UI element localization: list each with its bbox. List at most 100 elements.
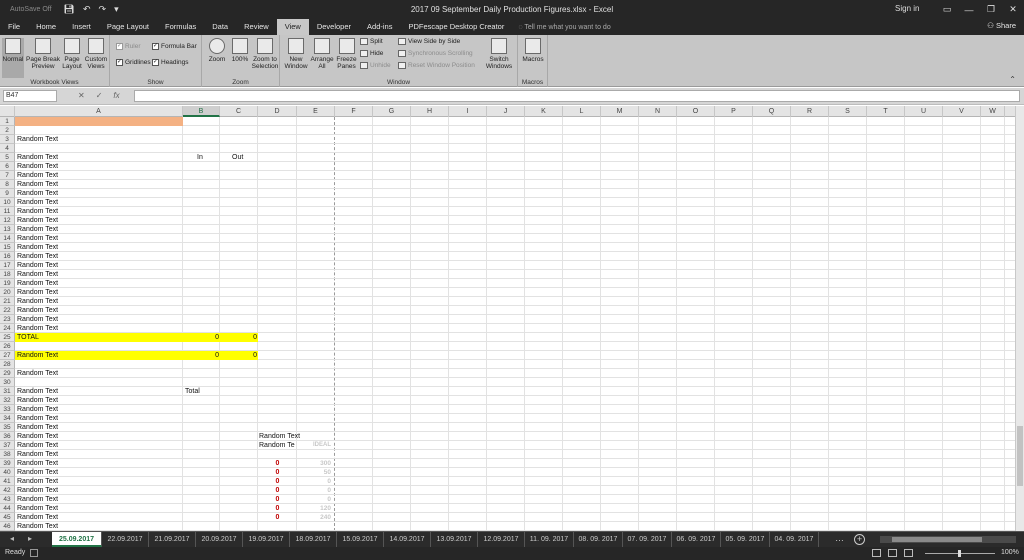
cell-e44[interactable]: 120: [297, 504, 335, 513]
zoom-100-button[interactable]: 100%: [230, 38, 250, 63]
column-header-f[interactable]: F: [335, 106, 373, 117]
row-header-18[interactable]: 18: [0, 270, 15, 279]
sign-in-link[interactable]: Sign in: [895, 4, 919, 13]
select-all-corner[interactable]: [0, 106, 15, 117]
row-header-11[interactable]: 11: [0, 207, 15, 216]
cell-e39[interactable]: 300: [297, 459, 335, 468]
cell-d44[interactable]: 0: [258, 504, 297, 513]
column-header-u[interactable]: U: [905, 106, 943, 117]
cell-a20[interactable]: Random Text: [17, 288, 58, 297]
sheet-tab-9[interactable]: 12.09.2017: [478, 532, 525, 547]
row-header-14[interactable]: 14: [0, 234, 15, 243]
column-header-o[interactable]: O: [677, 106, 715, 117]
sheet-tab-13[interactable]: 06. 09. 2017: [672, 532, 721, 547]
row-header-28[interactable]: 28: [0, 360, 15, 369]
row-header-40[interactable]: 40: [0, 468, 15, 477]
sheet-tab-5[interactable]: 18.09.2017: [290, 532, 337, 547]
vertical-scroll-thumb[interactable]: [1017, 426, 1023, 486]
cell-a38[interactable]: Random Text: [17, 450, 58, 459]
row-header-38[interactable]: 38: [0, 450, 15, 459]
row-header-45[interactable]: 45: [0, 513, 15, 522]
cell-a27[interactable]: Random Text: [17, 351, 58, 360]
tab-home[interactable]: Home: [28, 19, 64, 35]
cell-a8[interactable]: Random Text: [17, 180, 58, 189]
synchronous-scrolling-button[interactable]: Synchronous Scrolling: [398, 50, 473, 57]
cell-a15[interactable]: Random Text: [17, 243, 58, 252]
cell-a32[interactable]: Random Text: [17, 396, 58, 405]
sheet-tab-1[interactable]: 22.09.2017: [102, 532, 149, 547]
autosave-toggle[interactable]: AutoSave Off: [10, 6, 52, 13]
column-header-v[interactable]: V: [943, 106, 981, 117]
cell-a41[interactable]: Random Text: [17, 477, 58, 486]
sheet-tab-8[interactable]: 13.09.2017: [431, 532, 478, 547]
column-header-b[interactable]: B: [183, 106, 220, 117]
arrange-all-button[interactable]: Arrange All: [310, 38, 334, 70]
cell-a43[interactable]: Random Text: [17, 495, 58, 504]
cell-a19[interactable]: Random Text: [17, 279, 58, 288]
column-header-h[interactable]: H: [411, 106, 449, 117]
cell-a31[interactable]: Random Text: [17, 387, 58, 396]
row-header-43[interactable]: 43: [0, 495, 15, 504]
cell-a11[interactable]: Random Text: [17, 207, 58, 216]
column-header-j[interactable]: J: [487, 106, 525, 117]
cell-a23[interactable]: Random Text: [17, 315, 58, 324]
column-header-c[interactable]: C: [220, 106, 258, 117]
column-header-g[interactable]: G: [373, 106, 411, 117]
row-header-21[interactable]: 21: [0, 297, 15, 306]
cell-a5[interactable]: Random Text: [17, 153, 58, 162]
row-header-23[interactable]: 23: [0, 315, 15, 324]
row-header-2[interactable]: 2: [0, 126, 15, 135]
cell-a33[interactable]: Random Text: [17, 405, 58, 414]
close-button[interactable]: ✕: [1002, 0, 1024, 19]
cell-a9[interactable]: Random Text: [17, 189, 58, 198]
cell-a44[interactable]: Random Text: [17, 504, 58, 513]
normal-view-status-icon[interactable]: [872, 549, 881, 557]
sheet-tab-11[interactable]: 08. 09. 2017: [574, 532, 623, 547]
page-layout-status-icon[interactable]: [888, 549, 897, 557]
column-header-w[interactable]: W: [981, 106, 1005, 117]
cell-d43[interactable]: 0: [258, 495, 297, 504]
row-header-27[interactable]: 27: [0, 351, 15, 360]
column-header-e[interactable]: E: [297, 106, 335, 117]
row-header-44[interactable]: 44: [0, 504, 15, 513]
row-header-26[interactable]: 26: [0, 342, 15, 351]
cell-a21[interactable]: Random Text: [17, 297, 58, 306]
cell-d42[interactable]: 0: [258, 486, 297, 495]
cell-b5[interactable]: In: [197, 153, 203, 162]
unhide-button[interactable]: Unhide: [360, 62, 391, 69]
row-header-46[interactable]: 46: [0, 522, 15, 531]
share-button[interactable]: ⚇ Share: [987, 21, 1016, 30]
cell-a37[interactable]: Random Text: [17, 441, 58, 450]
switch-windows-button[interactable]: Switch Windows: [483, 38, 515, 70]
column-header-p[interactable]: P: [715, 106, 753, 117]
tab-data[interactable]: Data: [204, 19, 236, 35]
cell-a18[interactable]: Random Text: [17, 270, 58, 279]
row-header-10[interactable]: 10: [0, 198, 15, 207]
cell-a45[interactable]: Random Text: [17, 513, 58, 522]
cell-a10[interactable]: Random Text: [17, 198, 58, 207]
row-header-42[interactable]: 42: [0, 486, 15, 495]
name-box[interactable]: B47: [3, 90, 57, 102]
column-header-r[interactable]: R: [791, 106, 829, 117]
headings-checkbox[interactable]: ✓ Headings: [152, 59, 188, 66]
row-header-37[interactable]: 37: [0, 441, 15, 450]
row-header-9[interactable]: 9: [0, 189, 15, 198]
row-header-35[interactable]: 35: [0, 423, 15, 432]
tab-file[interactable]: File: [0, 19, 28, 35]
freeze-panes-button[interactable]: Freeze Panes: [335, 38, 358, 70]
save-icon[interactable]: 💾︎: [64, 4, 75, 15]
row-header-5[interactable]: 5: [0, 153, 15, 162]
more-sheets-icon[interactable]: …: [835, 533, 844, 543]
cell-d41[interactable]: 0: [258, 477, 297, 486]
cell-a39[interactable]: Random Text: [17, 459, 58, 468]
sheet-tab-4[interactable]: 19.09.2017: [243, 532, 290, 547]
cell-e45[interactable]: 240: [297, 513, 335, 522]
cell-a17[interactable]: Random Text: [17, 261, 58, 270]
row-header-13[interactable]: 13: [0, 225, 15, 234]
ribbon-display-icon[interactable]: ▭: [936, 0, 958, 19]
sheet-tab-14[interactable]: 05. 09. 2017: [721, 532, 770, 547]
cell-a42[interactable]: Random Text: [17, 486, 58, 495]
cell-a3[interactable]: Random Text: [17, 135, 58, 144]
cell-d36[interactable]: Random Text: [259, 432, 300, 441]
tab-scroll-right-icon[interactable]: ▸: [28, 534, 32, 543]
